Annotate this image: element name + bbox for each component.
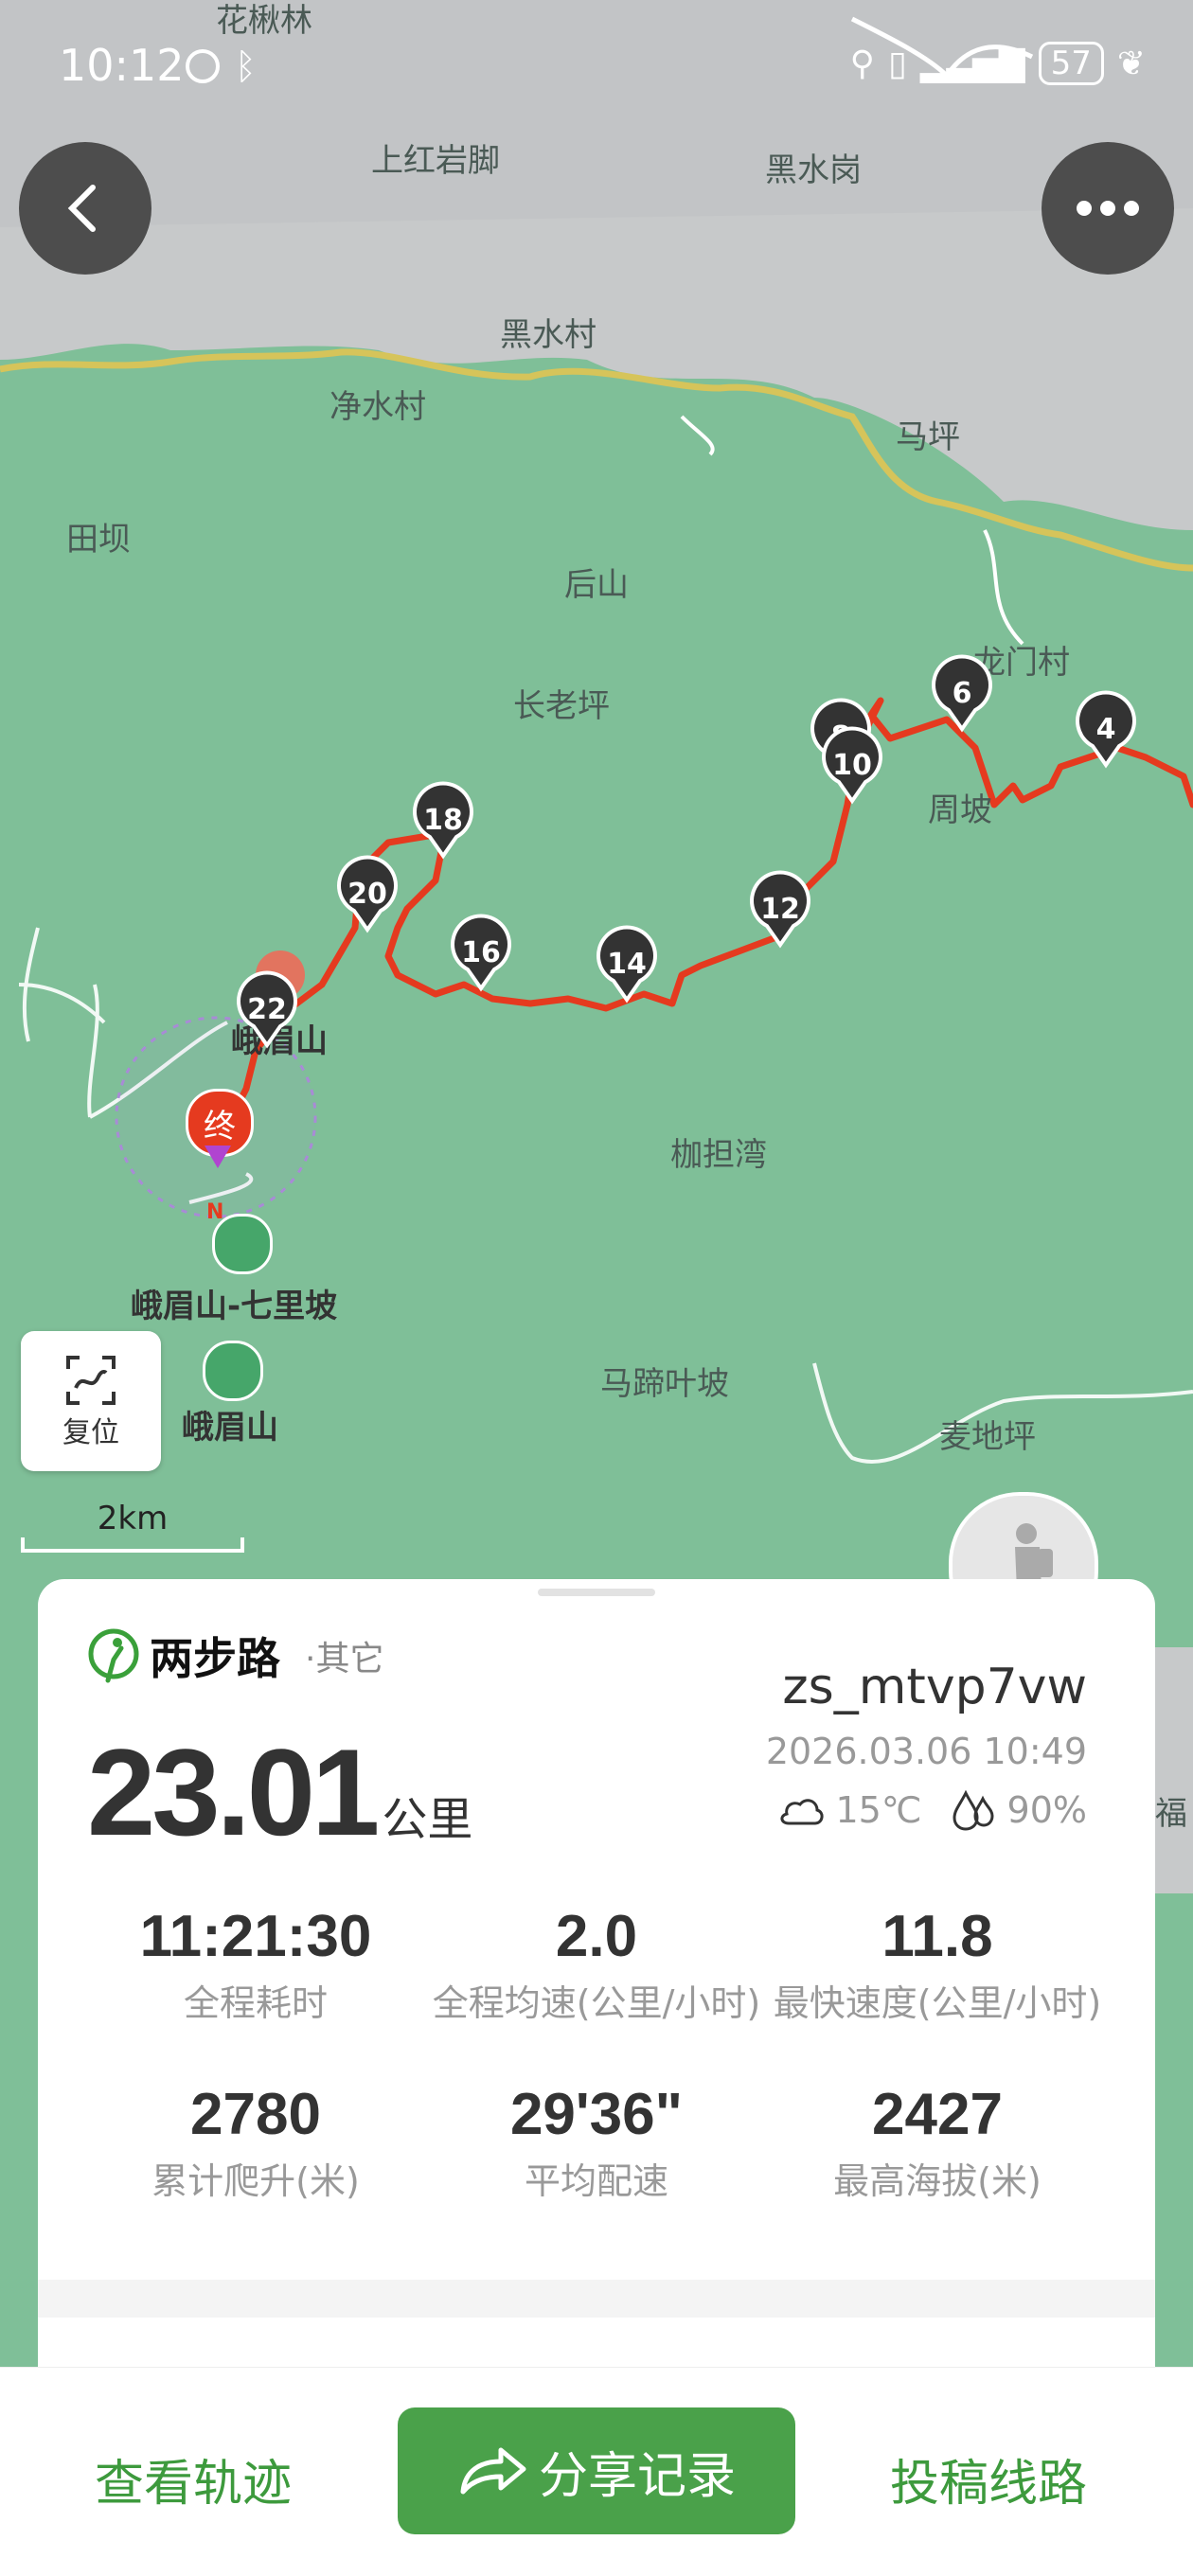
alarm-icon — [186, 49, 220, 83]
stats-grid: 11:21:30 全程耗时 2.0 全程均速(公里/小时) 11.8 最快速度(… — [38, 1903, 1155, 2204]
view-track-button[interactable]: 查看轨迹 — [95, 2443, 292, 2514]
place-label: 枷担湾 — [670, 1136, 767, 1174]
drag-handle[interactable] — [538, 1589, 655, 1596]
status-time: 10:12 — [59, 40, 185, 91]
place-label: 峨眉山-七里坡 — [131, 1288, 338, 1325]
stat-label: 全程均速(公里/小时) — [432, 1982, 761, 2024]
status-icons: ⚲ ▯ ▂▃▅▇ 57 ❦ — [850, 42, 1146, 85]
cloud-icon — [780, 1799, 823, 1825]
location-icon: ⚲ — [849, 44, 875, 83]
share-arrow-icon — [460, 2447, 526, 2495]
record-card: 两步路 ·其它 23.01 公里 zs_mtvp7vw 2026.03.06 1… — [38, 1579, 1155, 2393]
stat-label: 最高海拔(米) — [833, 2160, 1042, 2202]
more-button[interactable] — [1042, 142, 1174, 275]
place-label: 麦地坪 — [939, 1418, 1036, 1456]
poi-mountain-icon[interactable] — [203, 1341, 263, 1401]
chevron-left-icon — [67, 185, 96, 232]
stat-label: 平均配速 — [524, 2160, 668, 2202]
north-indicator: N — [206, 1200, 224, 1224]
stat-ascent: 2780 累计爬升(米) — [85, 2081, 426, 2204]
stat-max-altitude: 2427 最高海拔(米) — [767, 2081, 1108, 2204]
distance-unit: 公里 — [382, 1793, 473, 1846]
scale-label: 2km — [97, 1500, 169, 1537]
place-label: 长老坪 — [513, 687, 610, 725]
stat-label: 全程耗时 — [183, 1982, 328, 2024]
place-label: 峨眉山 — [231, 1022, 328, 1060]
share-record-button[interactable]: 分享记录 — [398, 2407, 795, 2534]
submit-route-button[interactable]: 投稿线路 — [890, 2443, 1087, 2514]
direction-arrow-icon — [205, 1146, 231, 1168]
end-marker-label: 终 — [204, 1107, 236, 1146]
brand-logo-icon — [88, 1628, 139, 1683]
distance-value: 23.01 — [87, 1723, 380, 1861]
vibrate-icon: ▯ — [888, 44, 907, 83]
share-label: 分享记录 — [538, 2447, 736, 2505]
stat-value: 29'36" — [509, 2082, 684, 2147]
scale-bar — [21, 1537, 244, 1553]
stat-duration: 11:21:30 全程耗时 — [85, 1903, 426, 2026]
place-label: 上红岩脚 — [371, 142, 500, 180]
brand-name: 两步路 — [150, 1633, 280, 1684]
stat-max-speed: 11.8 最快速度(公里/小时) — [767, 1903, 1108, 2026]
more-dots-icon — [1077, 201, 1139, 216]
section-divider — [38, 2280, 1155, 2318]
place-label: 周坡 — [928, 791, 992, 829]
place-label: 田坝 — [66, 521, 131, 559]
humidity-icon — [953, 1789, 994, 1831]
stat-value: 2780 — [190, 2082, 321, 2147]
activity-type: ·其它 — [305, 1640, 384, 1679]
place-label: 峨眉山 — [182, 1409, 278, 1447]
place-label: 黑水村 — [500, 316, 596, 354]
stat-label: 最快速度(公里/小时) — [773, 1982, 1102, 2024]
place-label: 后山 — [564, 566, 629, 604]
stat-avg-speed: 2.0 全程均速(公里/小时) — [426, 1903, 767, 2026]
leaf-icon: ❦ — [1116, 44, 1146, 83]
reset-button[interactable]: 复位 — [21, 1331, 161, 1471]
stat-value: 11.8 — [881, 1904, 993, 1969]
track-reset-icon — [66, 1356, 116, 1405]
username: zs_mtvp7vw — [782, 1659, 1087, 1715]
place-label: 龙门村 — [973, 644, 1070, 682]
reset-label: 复位 — [62, 1416, 119, 1449]
stat-value: 11:21:30 — [139, 1904, 372, 1969]
temperature: 15℃ — [835, 1789, 922, 1831]
place-label: 净水村 — [329, 388, 426, 426]
place-label: 黑水岗 — [765, 151, 862, 189]
bluetooth-icon: ᛒ — [235, 45, 257, 87]
stat-avg-pace: 29'36" 平均配速 — [426, 2081, 767, 2204]
humidity: 90% — [1006, 1789, 1087, 1831]
brand: 两步路 ·其它 — [87, 1625, 383, 1687]
distance: 23.01 公里 — [87, 1731, 472, 1854]
poi-temple-icon[interactable] — [256, 950, 305, 1000]
stat-value: 2.0 — [555, 1904, 638, 1969]
place-label: 花楸林 — [216, 2, 312, 40]
stat-label: 累计爬升(米) — [151, 2160, 360, 2202]
stat-value: 2427 — [872, 2082, 1003, 2147]
weather: 15℃ 90% — [777, 1789, 1087, 1831]
record-datetime: 2026.03.06 10:49 — [765, 1731, 1087, 1772]
place-label: 马蹄叶坡 — [600, 1365, 729, 1403]
place-label: 福 — [1155, 1795, 1187, 1833]
battery-indicator: 57 — [1038, 42, 1104, 85]
signal-icon: ▂▃▅▇ — [919, 44, 1025, 83]
bottom-action-bar: 查看轨迹 分享记录 投稿线路 — [0, 2367, 1193, 2576]
place-label: 马坪 — [896, 418, 960, 456]
back-button[interactable] — [19, 142, 151, 275]
map-scale: 2km — [21, 1500, 244, 1553]
